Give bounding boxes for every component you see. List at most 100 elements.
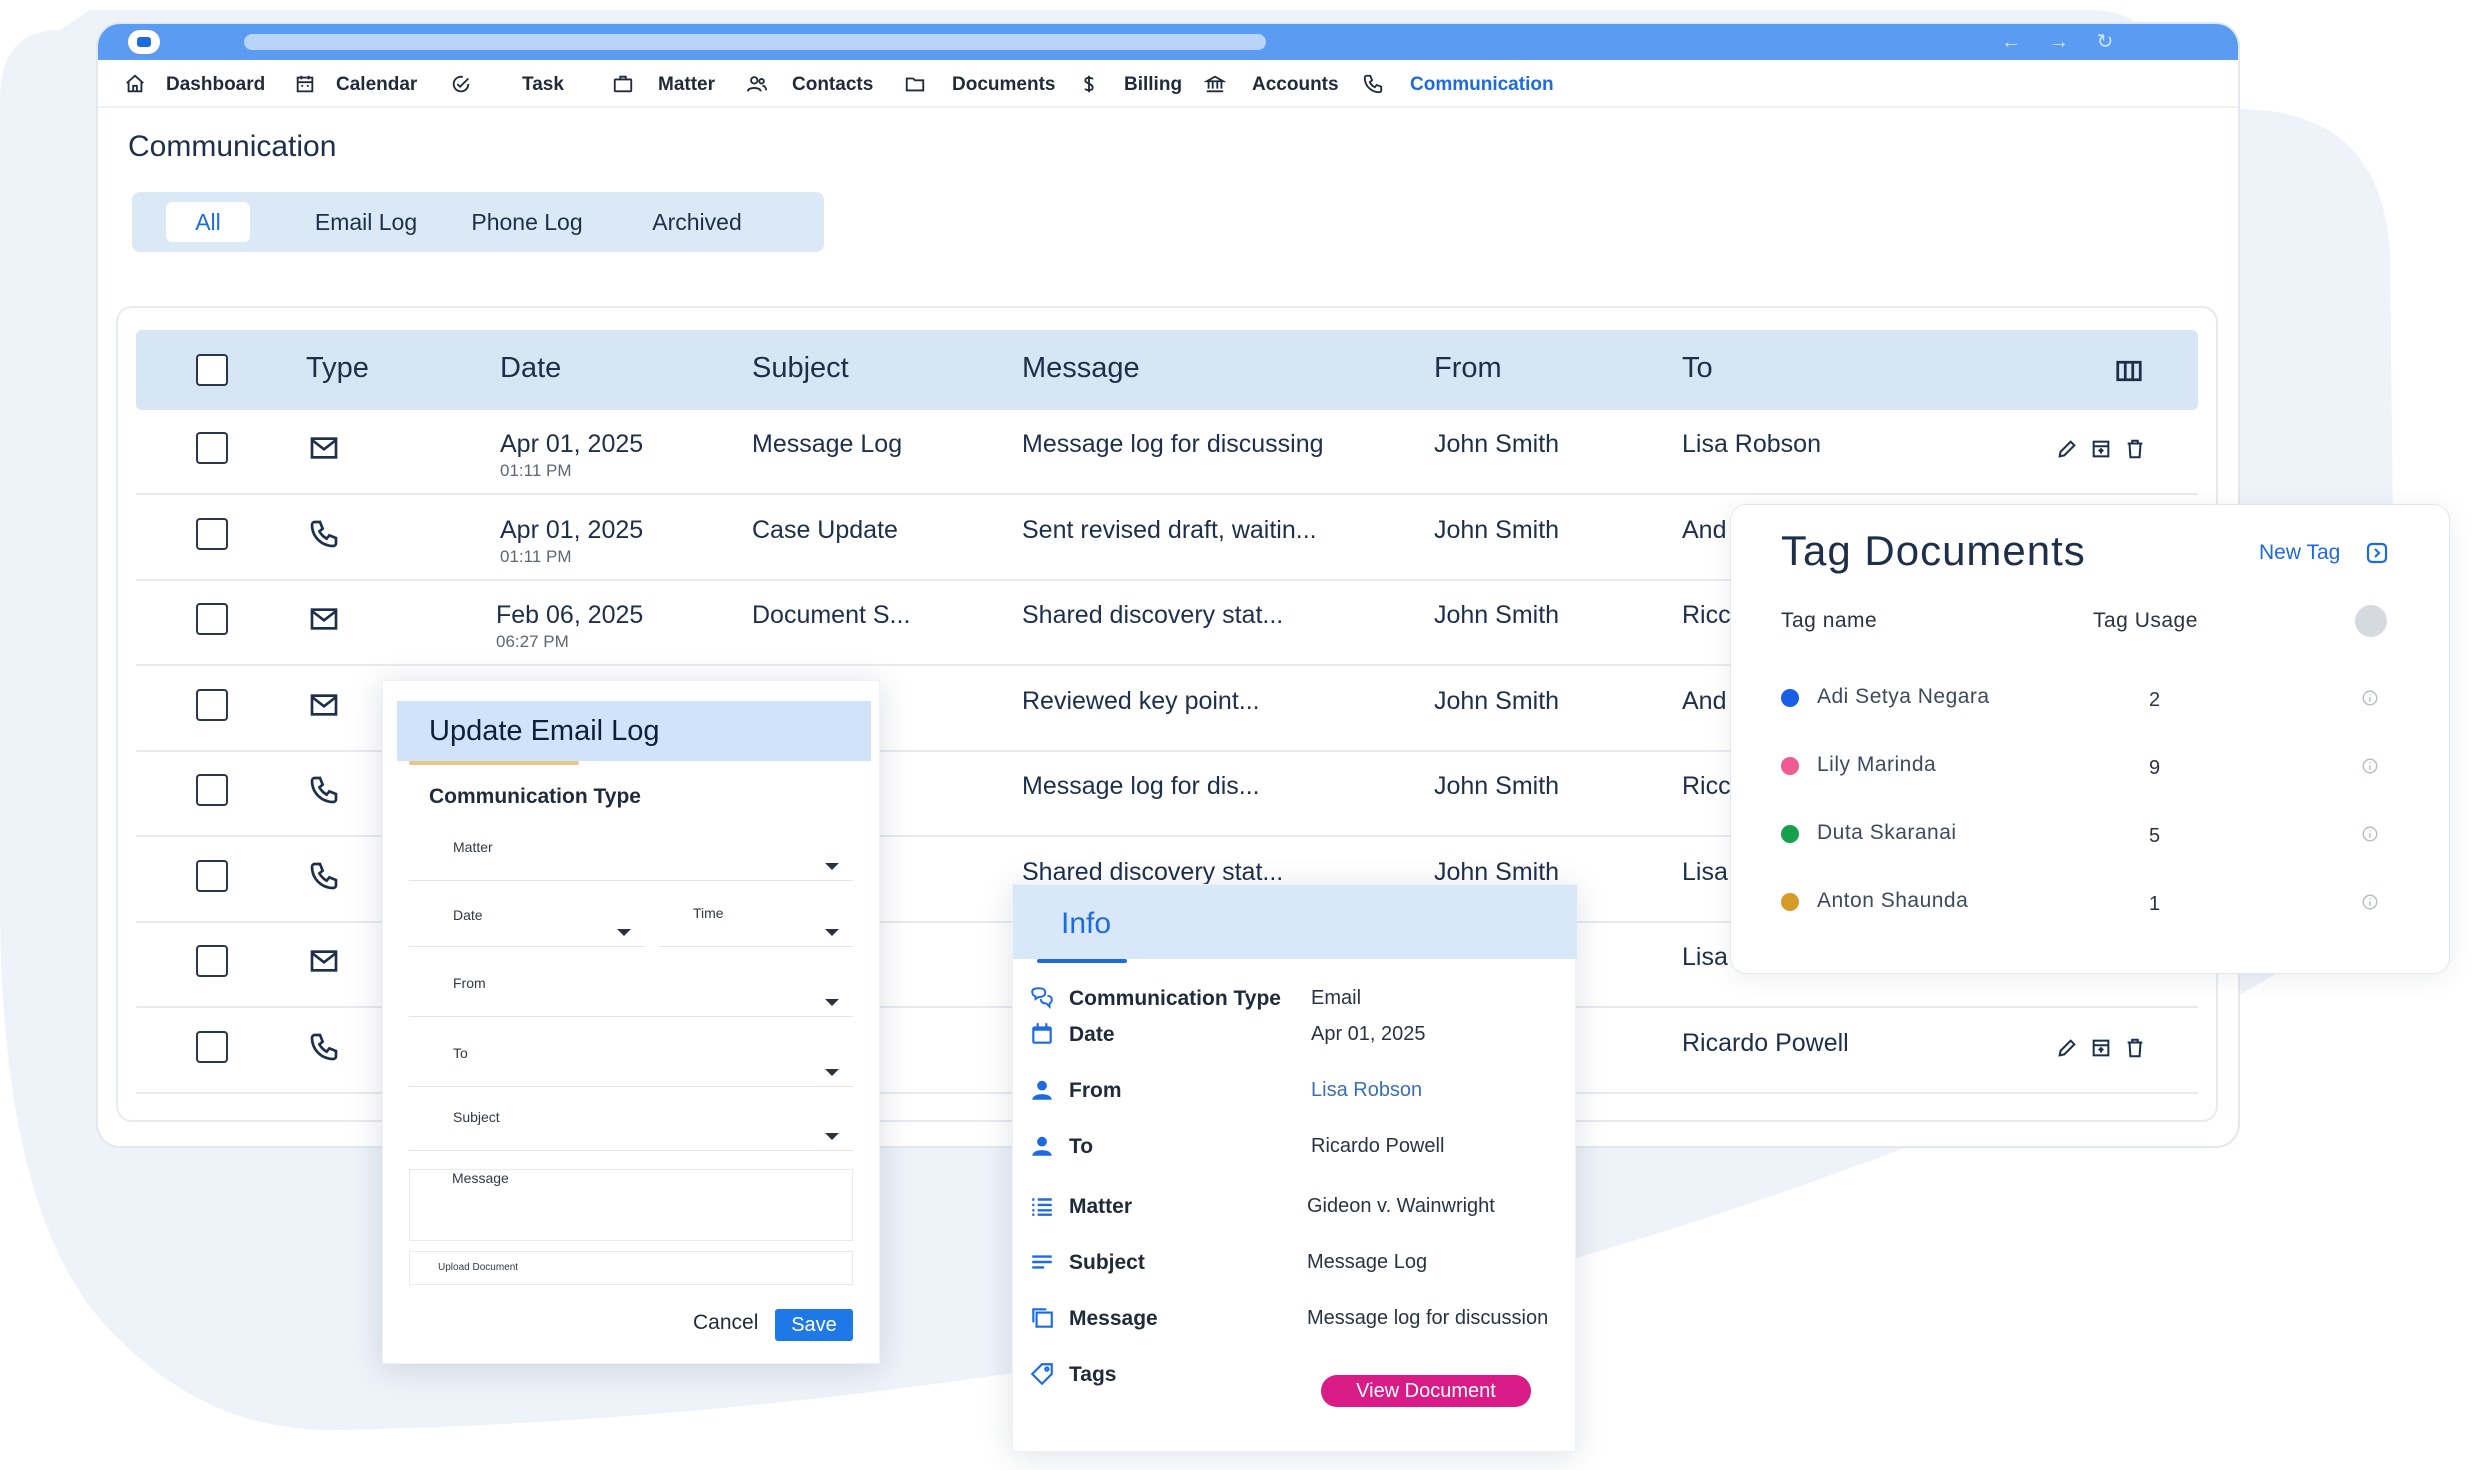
delete-icon[interactable] [2124,438,2146,460]
select-all-checkbox[interactable] [196,354,228,386]
back-arrow-icon[interactable]: ← [1998,30,2024,54]
tab-phone-log[interactable]: Phone Log [462,202,592,242]
columns-icon[interactable] [2114,356,2144,386]
message-textarea[interactable]: Message [409,1169,853,1241]
nav-item-calendar[interactable]: Calendar [294,72,417,96]
tag-usage: 1 [2149,893,2161,915]
row-to: And [1682,515,1727,544]
info-value-from[interactable]: Lisa Robson [1311,1079,1422,1102]
chevron-down-icon [825,863,839,870]
view-document-button[interactable]: View Document [1321,1375,1531,1407]
row-checkbox[interactable] [196,774,228,806]
subject-select[interactable]: Subject [409,1109,853,1151]
info-row-date: Date Apr 01, 2025 [1013,1017,1577,1057]
info-circle-icon[interactable] [2361,689,2379,707]
time-select[interactable]: Time [659,905,853,947]
column-header-to[interactable]: To [1682,352,1713,385]
communication-type-label: Communication Type [429,785,641,808]
nav-item-dashboard[interactable]: Dashboard [124,72,265,96]
nav-item-communication[interactable]: Communication [1362,72,1554,96]
row-checkbox[interactable] [196,603,228,635]
row-message: Shared discovery stat... [1022,601,1284,629]
nav-label: Matter [658,74,716,95]
nav-item-accounts[interactable]: Accounts [1204,72,1339,96]
table-row[interactable]: Apr 01, 2025 01:11 PM Message Log Message l… [136,410,2198,495]
row-to: Ricardo Powell [1682,1028,1849,1057]
tag-usage: 5 [2149,825,2161,847]
column-header-date[interactable]: Date [500,352,561,385]
date-select[interactable]: Date [409,907,645,947]
row-subject: Message Log [752,430,903,458]
column-header-type[interactable]: Type [306,352,369,385]
info-row-message: Message Message log for discussion [1013,1301,1577,1341]
info-circle-icon[interactable] [2361,893,2379,911]
tag-documents-card: Tag Documents New Tag Tag name Tag Usage… [1730,504,2450,974]
info-key: Communication Type [1069,987,1281,1010]
archive-icon[interactable] [2090,1037,2112,1059]
browser-titlebar: ← → ↻ [98,24,2238,60]
edit-icon[interactable] [2056,438,2078,460]
person-icon [1032,1136,1052,1156]
archive-icon[interactable] [2090,438,2112,460]
row-checkbox[interactable] [196,859,228,892]
tag-row[interactable]: Duta Skaranai 5 [1731,815,2451,855]
chevron-down-icon [825,929,839,936]
matter-select[interactable]: Matter [409,839,853,881]
row-checkbox[interactable] [196,517,228,550]
delete-icon[interactable] [2124,1037,2146,1059]
nav-label: Communication [1410,74,1554,95]
nav-item-task[interactable]: Task [450,72,564,96]
row-checkbox[interactable] [196,688,228,721]
nav-item-matter[interactable]: Matter [612,72,715,96]
tag-icon [1030,1363,1053,1386]
column-header-from[interactable]: From [1434,352,1502,385]
to-select[interactable]: To [409,1045,853,1087]
info-panel: Info Communication Type Email Date Apr 0… [1012,884,1577,1452]
nav-item-billing[interactable]: Billing [1078,72,1182,96]
tab-all[interactable]: All [166,202,250,242]
info-row-communication-type: Communication Type Email [1013,981,1577,1021]
info-key: From [1069,1079,1122,1102]
table-header: Type Date Subject Message From To [136,330,2198,410]
tag-row[interactable]: Anton Shaunda 1 [1731,883,2451,923]
from-select[interactable]: From [409,975,853,1017]
row-from: John Smith [1434,857,1560,886]
nav-item-documents[interactable]: Documents [904,72,1055,96]
toggle-switch[interactable] [2355,605,2387,637]
row-message: Message log for discussing [1022,430,1324,458]
tag-color-dot [1781,689,1799,707]
info-value-message: Message log for discussion [1307,1307,1549,1329]
info-key: Subject [1069,1251,1145,1274]
forward-arrow-icon[interactable]: → [2046,30,2072,54]
cancel-button[interactable]: Cancel [693,1311,758,1335]
row-to: Lisa Robson [1682,430,1821,458]
row-message: Reviewed key point... [1022,686,1260,715]
info-circle-icon[interactable] [2361,825,2379,843]
upload-document-field[interactable]: Upload Document [409,1251,853,1285]
row-checkbox[interactable] [196,432,228,464]
communication-tabs: All Email Log Phone Log Archived [132,192,824,252]
new-tag-button[interactable]: New Tag [2259,541,2340,565]
reload-icon[interactable]: ↻ [2092,30,2118,54]
row-to: And [1682,686,1727,715]
phone-icon [308,774,340,806]
save-button[interactable]: Save [775,1309,853,1341]
column-header-subject[interactable]: Subject [752,352,849,385]
edit-icon[interactable] [2056,1037,2078,1059]
column-header-message[interactable]: Message [1022,352,1140,385]
tab-archived[interactable]: Archived [632,202,762,242]
address-bar[interactable] [244,34,1266,50]
tab-email-log[interactable]: Email Log [306,202,426,242]
arrow-right-box-icon[interactable] [2365,541,2389,565]
tag-usage-column-header: Tag Usage [2093,609,2198,632]
tag-row[interactable]: Adi Setya Negara 2 [1731,679,2451,719]
nav-item-contacts[interactable]: Contacts [746,72,873,96]
row-to: Lisa [1682,943,1728,971]
row-from: John Smith [1434,686,1560,715]
row-checkbox[interactable] [196,945,228,977]
briefcase-icon [613,75,633,93]
nav-label: Accounts [1252,74,1339,95]
info-circle-icon[interactable] [2361,757,2379,775]
row-checkbox[interactable] [196,1030,228,1063]
tag-row[interactable]: Lily Marinda 9 [1731,747,2451,787]
